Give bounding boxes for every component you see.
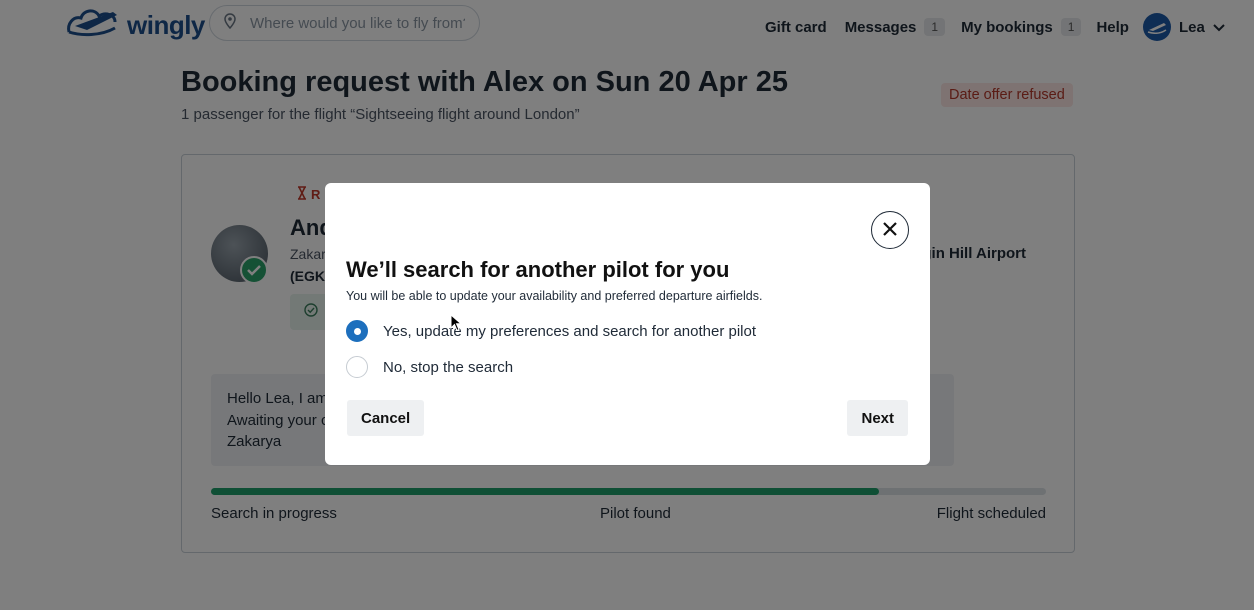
next-button[interactable]: Next [847, 400, 908, 436]
option-stop-search[interactable]: No, stop the search [346, 356, 513, 378]
radio-no[interactable] [346, 356, 368, 378]
option-search-another-pilot[interactable]: Yes, update my preferences and search fo… [346, 320, 756, 342]
cancel-button[interactable]: Cancel [347, 400, 425, 436]
close-button[interactable] [871, 211, 909, 249]
radio-yes[interactable] [346, 320, 368, 342]
option-label: No, stop the search [383, 358, 514, 376]
dialog-description: You will be able to update your availabi… [346, 289, 763, 303]
dialog-title: We’ll search for another pilot for you [346, 257, 730, 282]
close-icon [883, 221, 897, 239]
mouse-cursor-icon [450, 313, 463, 337]
search-another-pilot-dialog: We’ll search for another pilot for you Y… [325, 183, 930, 465]
option-label: Yes, update my preferences and search fo… [383, 322, 757, 340]
